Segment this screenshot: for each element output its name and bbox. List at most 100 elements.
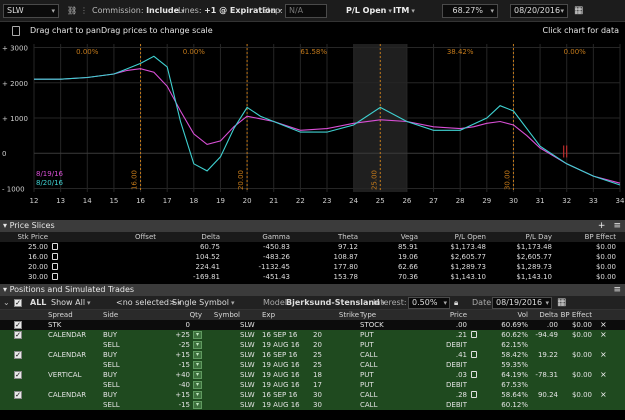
position-cell-strike[interactable]: 25	[313, 360, 359, 370]
positions-column-header[interactable]: Delta	[530, 310, 558, 320]
position-cell-exp[interactable]: 16 SEP 16	[262, 350, 312, 360]
qty-stepper[interactable]: ▾	[193, 341, 202, 349]
position-cell-price[interactable]: DEBIT	[409, 360, 467, 370]
position-cell-qty[interactable]: +25	[150, 330, 190, 340]
position-row[interactable]: SELL -25 SLW 19 AUG 16 20 PUT DEBIT 62.15% ▾	[0, 340, 625, 350]
itm-dropdown[interactable]: ITM ▾	[393, 4, 415, 18]
position-cell-price[interactable]: DEBIT	[409, 340, 467, 350]
position-cell-type[interactable]: CALL	[360, 360, 404, 370]
position-cell-side[interactable]: SELL	[103, 360, 143, 370]
price-slices-column-header[interactable]: P/L Day	[492, 232, 552, 242]
position-row[interactable]: ✓ CALENDAR BUY +25 SLW 16 SEP 16 20 PUT .21 60.62…	[0, 330, 625, 340]
positions-column-header[interactable]: Side	[103, 310, 143, 320]
price-slice-row[interactable]: 25.00 60.75 -450.83 97.12 85.91 $1,173.48 $1,1…	[0, 242, 625, 252]
positions-column-header[interactable]: Exp	[262, 310, 312, 320]
position-cell-type[interactable]: PUT	[360, 370, 404, 380]
position-cell-qty[interactable]: -25	[150, 340, 190, 350]
positions-column-header[interactable]: Spread	[48, 310, 100, 320]
position-cell-exp[interactable]: 19 AUG 16	[262, 360, 312, 370]
select-all-checkbox[interactable]: ✓	[14, 299, 22, 307]
qty-stepper[interactable]: ▾	[193, 361, 202, 369]
position-cell-price[interactable]: .28	[409, 390, 467, 400]
qty-stepper[interactable]: ▾	[193, 371, 202, 379]
position-cell-exp[interactable]: 19 AUG 16	[262, 380, 312, 390]
price-slice-cell-stk[interactable]: 16.00	[2, 252, 48, 262]
position-cell-strike[interactable]: 20	[313, 330, 359, 340]
lock-icon[interactable]	[471, 371, 477, 378]
position-cell-side[interactable]: SELL	[103, 380, 143, 390]
position-row[interactable]: ✓ CALENDAR BUY +15 SLW 16 SEP 16 25 CALL .41 58.4…	[0, 350, 625, 360]
add-icon[interactable]: +	[598, 221, 606, 231]
qty-stepper[interactable]: ▾	[193, 391, 202, 399]
price-slices-column-header[interactable]: Delta	[160, 232, 220, 242]
position-cell-side[interactable]: BUY	[103, 370, 143, 380]
position-cell-qty[interactable]: +15	[150, 390, 190, 400]
position-cell-strike[interactable]: 30	[313, 400, 359, 410]
price-slice-row[interactable]: 20.00 224.41 -1132.45 177.80 62.66 $1,289.73 $…	[0, 262, 625, 272]
expand-icon[interactable]: ⌄	[3, 297, 10, 309]
position-cell-price[interactable]: .03	[409, 370, 467, 380]
position-cell-side[interactable]: SELL	[103, 340, 143, 350]
date-field[interactable]: 08/20/2016 ▾	[510, 4, 568, 18]
menu-icon[interactable]: ≡	[613, 221, 621, 231]
close-icon[interactable]: ×	[600, 330, 607, 340]
positions-column-header[interactable]: Vol	[488, 310, 528, 320]
position-cell-side[interactable]: SELL	[103, 400, 143, 410]
position-cell-type[interactable]: PUT	[360, 380, 404, 390]
qty-stepper[interactable]: ▾	[193, 401, 202, 409]
position-cell-side[interactable]: BUY	[103, 350, 143, 360]
position-row[interactable]: ✓ STK 0 SLW STOCK .00 60.69% .00 $0.00 ×	[0, 320, 625, 330]
price-slice-cell-stk[interactable]: 20.00	[2, 262, 48, 272]
position-cell-strike[interactable]: 18	[313, 370, 359, 380]
row-checkbox[interactable]: ✓	[14, 371, 22, 379]
close-icon[interactable]: ×	[600, 320, 607, 330]
position-cell-qty[interactable]: -15	[150, 360, 190, 370]
price-slices-column-header[interactable]: BP Effect	[556, 232, 616, 242]
position-cell-strike[interactable]	[313, 320, 359, 330]
position-cell-price[interactable]: .41	[409, 350, 467, 360]
show-all-dropdown[interactable]: Show All ▾	[51, 297, 91, 309]
calendar-icon[interactable]: ▦	[557, 297, 566, 309]
price-slices-column-header[interactable]: Offset	[70, 232, 156, 242]
position-cell-exp[interactable]	[262, 320, 312, 330]
qty-stepper[interactable]: ▾	[193, 351, 202, 359]
positions-column-header[interactable]: Strike	[313, 310, 359, 320]
lock-icon[interactable]	[52, 253, 58, 260]
price-slices-column-header[interactable]: Vega	[364, 232, 418, 242]
price-slices-column-header[interactable]: Gamma	[228, 232, 290, 242]
row-checkbox[interactable]: ✓	[14, 321, 22, 329]
position-cell-price[interactable]: DEBIT	[409, 380, 467, 390]
position-cell-price[interactable]: .21	[409, 330, 467, 340]
lock-icon[interactable]	[52, 273, 58, 280]
position-cell-type[interactable]: PUT	[360, 340, 404, 350]
price-slice-row[interactable]: 16.00 104.52 -483.26 108.87 19.06 $2,605.77 $2…	[0, 252, 625, 262]
lock-icon[interactable]	[471, 351, 477, 358]
position-cell-strike[interactable]: 17	[313, 380, 359, 390]
positions-header[interactable]: ▾ Positions and Simulated Trades ≡	[0, 284, 625, 296]
position-cell-qty[interactable]: +40	[150, 370, 190, 380]
lock-icon[interactable]	[52, 243, 58, 250]
position-cell-price[interactable]: DEBIT	[409, 400, 467, 410]
position-cell-exp[interactable]: 16 SEP 16	[262, 390, 312, 400]
close-icon[interactable]: ×	[600, 350, 607, 360]
qty-stepper[interactable]: ▾	[193, 381, 202, 389]
positions-date-field[interactable]: 08/19/2016 ▾	[492, 297, 552, 309]
position-cell-type[interactable]: STOCK	[360, 320, 404, 330]
position-cell-qty[interactable]: -15	[150, 400, 190, 410]
close-icon[interactable]: ×	[600, 390, 607, 400]
position-cell-side[interactable]: BUY	[103, 390, 143, 400]
positions-column-header[interactable]: Qty	[150, 310, 202, 320]
position-row[interactable]: SELL -15 SLW 19 AUG 16 30 CALL DEBIT 60.12% ▾	[0, 400, 625, 410]
step-field[interactable]: N/A	[285, 4, 327, 18]
price-slices-header[interactable]: ▾ Price Slices + ≡	[0, 220, 625, 232]
positions-column-header[interactable]: Type	[360, 310, 404, 320]
price-slices-column-header[interactable]: Theta	[296, 232, 358, 242]
position-cell-qty[interactable]: +15	[150, 350, 190, 360]
risk-profile-chart[interactable]: Drag chart to panDrag prices to change s…	[0, 22, 625, 207]
position-cell-strike[interactable]: 30	[313, 390, 359, 400]
row-checkbox[interactable]: ✓	[14, 331, 22, 339]
interest-field[interactable]: 0.50% ▾	[408, 297, 450, 309]
position-cell-side[interactable]	[103, 320, 143, 330]
position-row[interactable]: SELL -40 SLW 19 AUG 16 17 PUT DEBIT 67.53% ▾	[0, 380, 625, 390]
price-slices-column-header[interactable]: Stk Price	[2, 232, 48, 242]
